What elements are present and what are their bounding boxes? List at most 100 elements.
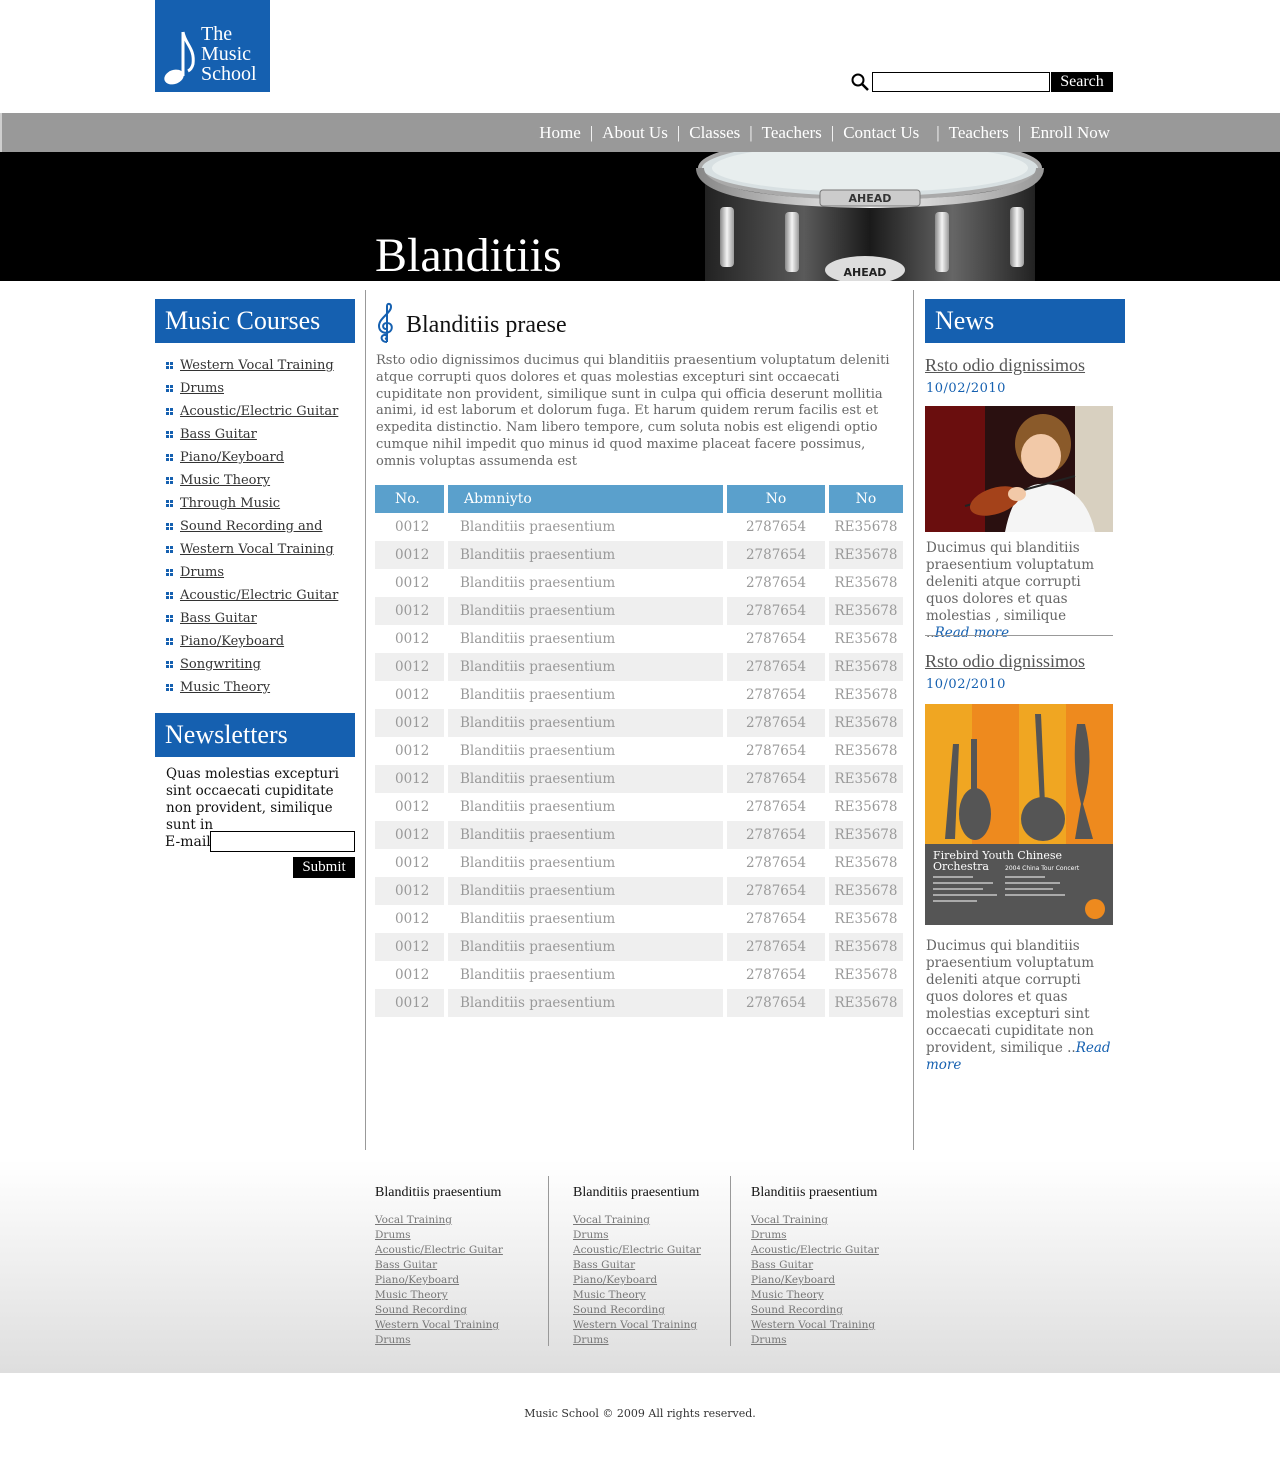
list-item: Music Theory <box>375 1288 503 1303</box>
course-link[interactable]: Western Vocal Training <box>180 358 334 373</box>
footer-link[interactable]: Drums <box>573 1334 609 1346</box>
intro-paragraph: Rsto odio dignissimos ducimus qui blandi… <box>376 353 890 469</box>
footer-link[interactable]: Drums <box>375 1334 411 1346</box>
course-link[interactable]: Bass Guitar <box>180 611 257 626</box>
table-cell: Blanditiis praesentium <box>448 653 723 681</box>
list-item: Through Music <box>166 492 338 515</box>
course-link[interactable]: Piano/Keyboard <box>180 450 284 465</box>
table-row: 0012 Blanditiis praesentium 2787654 RE35678 <box>375 877 903 905</box>
nav-home[interactable]: Home <box>539 123 581 143</box>
table-row: 0012 Blanditiis praesentium 2787654 RE35678 <box>375 765 903 793</box>
course-link[interactable]: Piano/Keyboard <box>180 634 284 649</box>
table-cell: Blanditiis praesentium <box>448 933 723 961</box>
footer-link[interactable]: Sound Recording <box>375 1304 467 1316</box>
footer-link[interactable]: Bass Guitar <box>375 1259 437 1271</box>
email-label: E-mail <box>165 834 211 850</box>
footer-link[interactable]: Piano/Keyboard <box>375 1274 459 1286</box>
footer-link[interactable]: Music Theory <box>573 1289 646 1301</box>
nav-classes[interactable]: Classes <box>689 123 740 143</box>
news-item-title[interactable]: Rsto odio dignissimos <box>925 651 1085 672</box>
footer-link[interactable]: Vocal Training <box>751 1214 828 1226</box>
course-link[interactable]: Acoustic/Electric Guitar <box>180 588 338 603</box>
course-link[interactable]: Music Theory <box>180 473 270 488</box>
bullet-icon <box>166 592 173 599</box>
nav-enroll-now[interactable]: Enroll Now <box>1030 123 1110 143</box>
column-header: No <box>829 485 903 513</box>
search-input[interactable] <box>872 72 1050 92</box>
table-cell: 2787654 <box>745 519 807 535</box>
course-link[interactable]: Through Music <box>180 496 280 511</box>
list-item: Drums <box>375 1333 503 1348</box>
table-cell: 0012 <box>395 519 430 535</box>
course-link[interactable]: Drums <box>180 381 224 396</box>
table-cell: Blanditiis praesentium <box>460 519 616 535</box>
footer-link[interactable]: Drums <box>751 1229 787 1241</box>
footer-link[interactable]: Music Theory <box>751 1289 824 1301</box>
course-link[interactable]: Sound Recording and <box>180 519 323 534</box>
table-row: 0012 Blanditiis praesentium 2787654 RE35678 <box>375 821 903 849</box>
table-cell: Blanditiis praesentium <box>448 877 723 905</box>
list-item: Acoustic/Electric Guitar <box>751 1243 879 1258</box>
poster-subtitle: 2004 China Tour Concert <box>1005 865 1080 872</box>
table-row: 0012 Blanditiis praesentium 2787654 RE35678 <box>375 709 903 737</box>
table-cell: 0012 <box>375 989 444 1017</box>
course-link[interactable]: Drums <box>180 565 224 580</box>
footer-link[interactable]: Bass Guitar <box>573 1259 635 1271</box>
search-icon[interactable] <box>850 72 870 92</box>
table-cell: RE35678 <box>829 765 903 793</box>
nav-teachers[interactable]: Teachers <box>762 123 822 143</box>
table-cell: 2787654 <box>745 911 807 927</box>
page-title: Blanditiis praese <box>406 312 567 338</box>
list-item: Vocal Training <box>751 1213 879 1228</box>
footer-link[interactable]: Western Vocal Training <box>751 1319 875 1331</box>
footer-link[interactable]: Drums <box>573 1229 609 1241</box>
footer-link[interactable]: Acoustic/Electric Guitar <box>573 1244 701 1256</box>
table-cell: Blanditiis praesentium <box>448 597 723 625</box>
table-cell: 0012 <box>395 743 430 759</box>
list-item: Acoustic/Electric Guitar <box>573 1243 701 1258</box>
footer-link[interactable]: Sound Recording <box>751 1304 843 1316</box>
footer-link[interactable]: Western Vocal Training <box>375 1319 499 1331</box>
footer-link[interactable]: Bass Guitar <box>751 1259 813 1271</box>
course-link[interactable]: Western Vocal Training <box>180 542 334 557</box>
footer-link[interactable]: Piano/Keyboard <box>751 1274 835 1286</box>
svg-text:AHEAD: AHEAD <box>844 266 887 279</box>
footer-link[interactable]: Drums <box>375 1229 411 1241</box>
footer-link[interactable]: Vocal Training <box>573 1214 650 1226</box>
news-item-title[interactable]: Rsto odio dignissimos <box>925 355 1085 376</box>
table-cell: 0012 <box>375 709 444 737</box>
submit-button[interactable]: Submit <box>293 857 355 878</box>
course-link[interactable]: Songwriting <box>180 657 261 672</box>
list-item: Music Theory <box>166 676 338 699</box>
bullet-icon <box>166 385 173 392</box>
footer-link[interactable]: Western Vocal Training <box>573 1319 697 1331</box>
footer-link[interactable]: Sound Recording <box>573 1304 665 1316</box>
footer-link[interactable]: Drums <box>751 1334 787 1346</box>
site-logo[interactable]: The Music School <box>155 0 270 92</box>
course-link[interactable]: Acoustic/Electric Guitar <box>180 404 338 419</box>
banner-title: Blanditiis <box>375 229 562 281</box>
nav-contact-us[interactable]: Contact Us <box>843 123 919 143</box>
footer-link[interactable]: Acoustic/Electric Guitar <box>751 1244 879 1256</box>
table-cell: RE35678 <box>834 519 898 535</box>
search-button[interactable]: Search <box>1051 72 1113 92</box>
snare-drum-image: AHEAD AHEAD <box>696 152 1044 281</box>
footer-link[interactable]: Acoustic/Electric Guitar <box>375 1244 503 1256</box>
table-row: 0012 Blanditiis praesentium 2787654 RE35678 <box>375 541 903 569</box>
news-image-poster: Firebird Youth Chinese Orchestra 2004 Ch… <box>925 704 1113 925</box>
footer-link[interactable]: Vocal Training <box>375 1214 452 1226</box>
list-item: Songwriting <box>166 653 338 676</box>
email-field[interactable] <box>210 831 355 852</box>
footer-link[interactable]: Music Theory <box>375 1289 448 1301</box>
read-more-link[interactable]: Read more <box>935 625 1010 641</box>
nav-teachers-2[interactable]: Teachers <box>949 123 1009 143</box>
list-item: Drums <box>166 561 338 584</box>
table-cell: RE35678 <box>834 799 898 815</box>
nav-about-us[interactable]: About Us <box>602 123 668 143</box>
music-note-icon <box>164 31 195 85</box>
course-link[interactable]: Music Theory <box>180 680 270 695</box>
table-cell: RE35678 <box>834 687 898 703</box>
footer-link[interactable]: Piano/Keyboard <box>573 1274 657 1286</box>
course-link[interactable]: Bass Guitar <box>180 427 257 442</box>
hero-banner: AHEAD AHEAD Blanditiis <box>0 152 1280 281</box>
